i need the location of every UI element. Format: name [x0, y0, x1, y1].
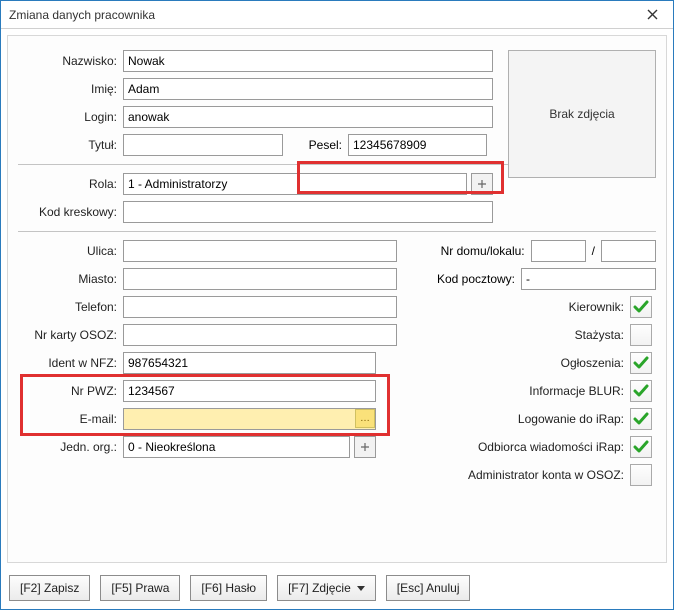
label-jedn-org: Jedn. org.:	[18, 440, 123, 454]
close-button[interactable]	[631, 1, 673, 29]
label-nr-pwz: Nr PWZ:	[18, 384, 123, 398]
label-tytul: Tytuł:	[18, 138, 123, 152]
zdjecie-button-label: [F7] Zdjęcie	[288, 581, 351, 595]
haslo-button[interactable]: [F6] Hasło	[190, 575, 267, 601]
label-nr-karty-osoz: Nr karty OSOZ:	[18, 328, 123, 342]
label-kod-pocztowy: Kod pocztowy:	[413, 272, 521, 286]
stazysta-checkbox[interactable]	[630, 324, 652, 346]
label-rola: Rola:	[18, 177, 123, 191]
nazwisko-input[interactable]	[123, 50, 493, 72]
imie-input[interactable]	[123, 78, 493, 100]
prawa-button[interactable]: [F5] Prawa	[100, 575, 180, 601]
ident-nfz-input[interactable]	[123, 352, 376, 374]
ogloszenia-checkbox[interactable]	[630, 352, 652, 374]
titlebar: Zmiana danych pracownika	[1, 1, 673, 29]
separator-2	[18, 231, 656, 232]
label-kierownik: Kierownik:	[569, 300, 630, 314]
window-title: Zmiana danych pracownika	[9, 8, 155, 22]
label-telefon: Telefon:	[18, 300, 123, 314]
tytul-input[interactable]	[123, 134, 283, 156]
footer-buttons: [F2] Zapisz [F5] Prawa [F6] Hasło [F7] Z…	[1, 569, 673, 609]
photo-placeholder-label: Brak zdjęcia	[549, 107, 614, 121]
jedn-org-input[interactable]	[123, 436, 350, 458]
zapisz-button[interactable]: [F2] Zapisz	[9, 575, 90, 601]
label-stazysta: Stażysta:	[575, 328, 630, 342]
nr-pwz-input[interactable]	[123, 380, 376, 402]
label-osoz-admin: Administrator konta w OSOZ:	[468, 468, 630, 482]
nr-karty-osoz-input[interactable]	[123, 324, 397, 346]
email-input[interactable]	[123, 408, 376, 430]
label-kod-kreskowy: Kod kreskowy:	[18, 205, 123, 219]
anuluj-button[interactable]: [Esc] Anuluj	[386, 575, 471, 601]
label-ident-nfz: Ident w NFZ:	[18, 356, 123, 370]
label-pesel: Pesel:	[283, 138, 348, 152]
label-slash: /	[586, 244, 601, 258]
label-imie: Imię:	[18, 82, 123, 96]
kierownik-checkbox[interactable]	[630, 296, 652, 318]
kod-pocztowy-input[interactable]	[521, 268, 656, 290]
label-blur: Informacje BLUR:	[529, 384, 630, 398]
photo-placeholder[interactable]: Brak zdjęcia	[508, 50, 656, 178]
jedn-org-picker-button[interactable]	[354, 436, 376, 458]
osoz-admin-checkbox[interactable]	[630, 464, 652, 486]
label-ogloszenia: Ogłoszenia:	[561, 356, 630, 370]
blur-checkbox[interactable]	[630, 380, 652, 402]
label-nr-domu: Nr domu/lokalu:	[413, 244, 531, 258]
form-content: Brak zdjęcia Nazwisko: Imię: Login: Tytu…	[7, 35, 667, 563]
pesel-input[interactable]	[348, 134, 487, 156]
label-irap-login: Logowanie do iRap:	[518, 412, 630, 426]
label-miasto: Miasto:	[18, 272, 123, 286]
telefon-input[interactable]	[123, 296, 397, 318]
miasto-input[interactable]	[123, 268, 397, 290]
nr-lokalu-input[interactable]	[601, 240, 656, 262]
employee-edit-window: Zmiana danych pracownika Brak zdjęcia Na…	[0, 0, 674, 610]
kod-kreskowy-input[interactable]	[123, 201, 493, 223]
label-nazwisko: Nazwisko:	[18, 54, 123, 68]
ulica-input[interactable]	[123, 240, 397, 262]
rola-input[interactable]	[123, 173, 467, 195]
irap-login-checkbox[interactable]	[630, 408, 652, 430]
label-ulica: Ulica:	[18, 244, 123, 258]
zdjecie-button[interactable]: [F7] Zdjęcie	[277, 575, 376, 601]
label-email: E-mail:	[18, 412, 123, 426]
login-input[interactable]	[123, 106, 493, 128]
chevron-down-icon	[357, 586, 365, 591]
email-picker-button[interactable]: …	[355, 409, 375, 428]
label-login: Login:	[18, 110, 123, 124]
irap-odbiorca-checkbox[interactable]	[630, 436, 652, 458]
label-irap-odbiorca: Odbiorca wiadomości iRap:	[478, 440, 630, 454]
nr-domu-input[interactable]	[531, 240, 586, 262]
rola-picker-button[interactable]	[471, 173, 493, 195]
